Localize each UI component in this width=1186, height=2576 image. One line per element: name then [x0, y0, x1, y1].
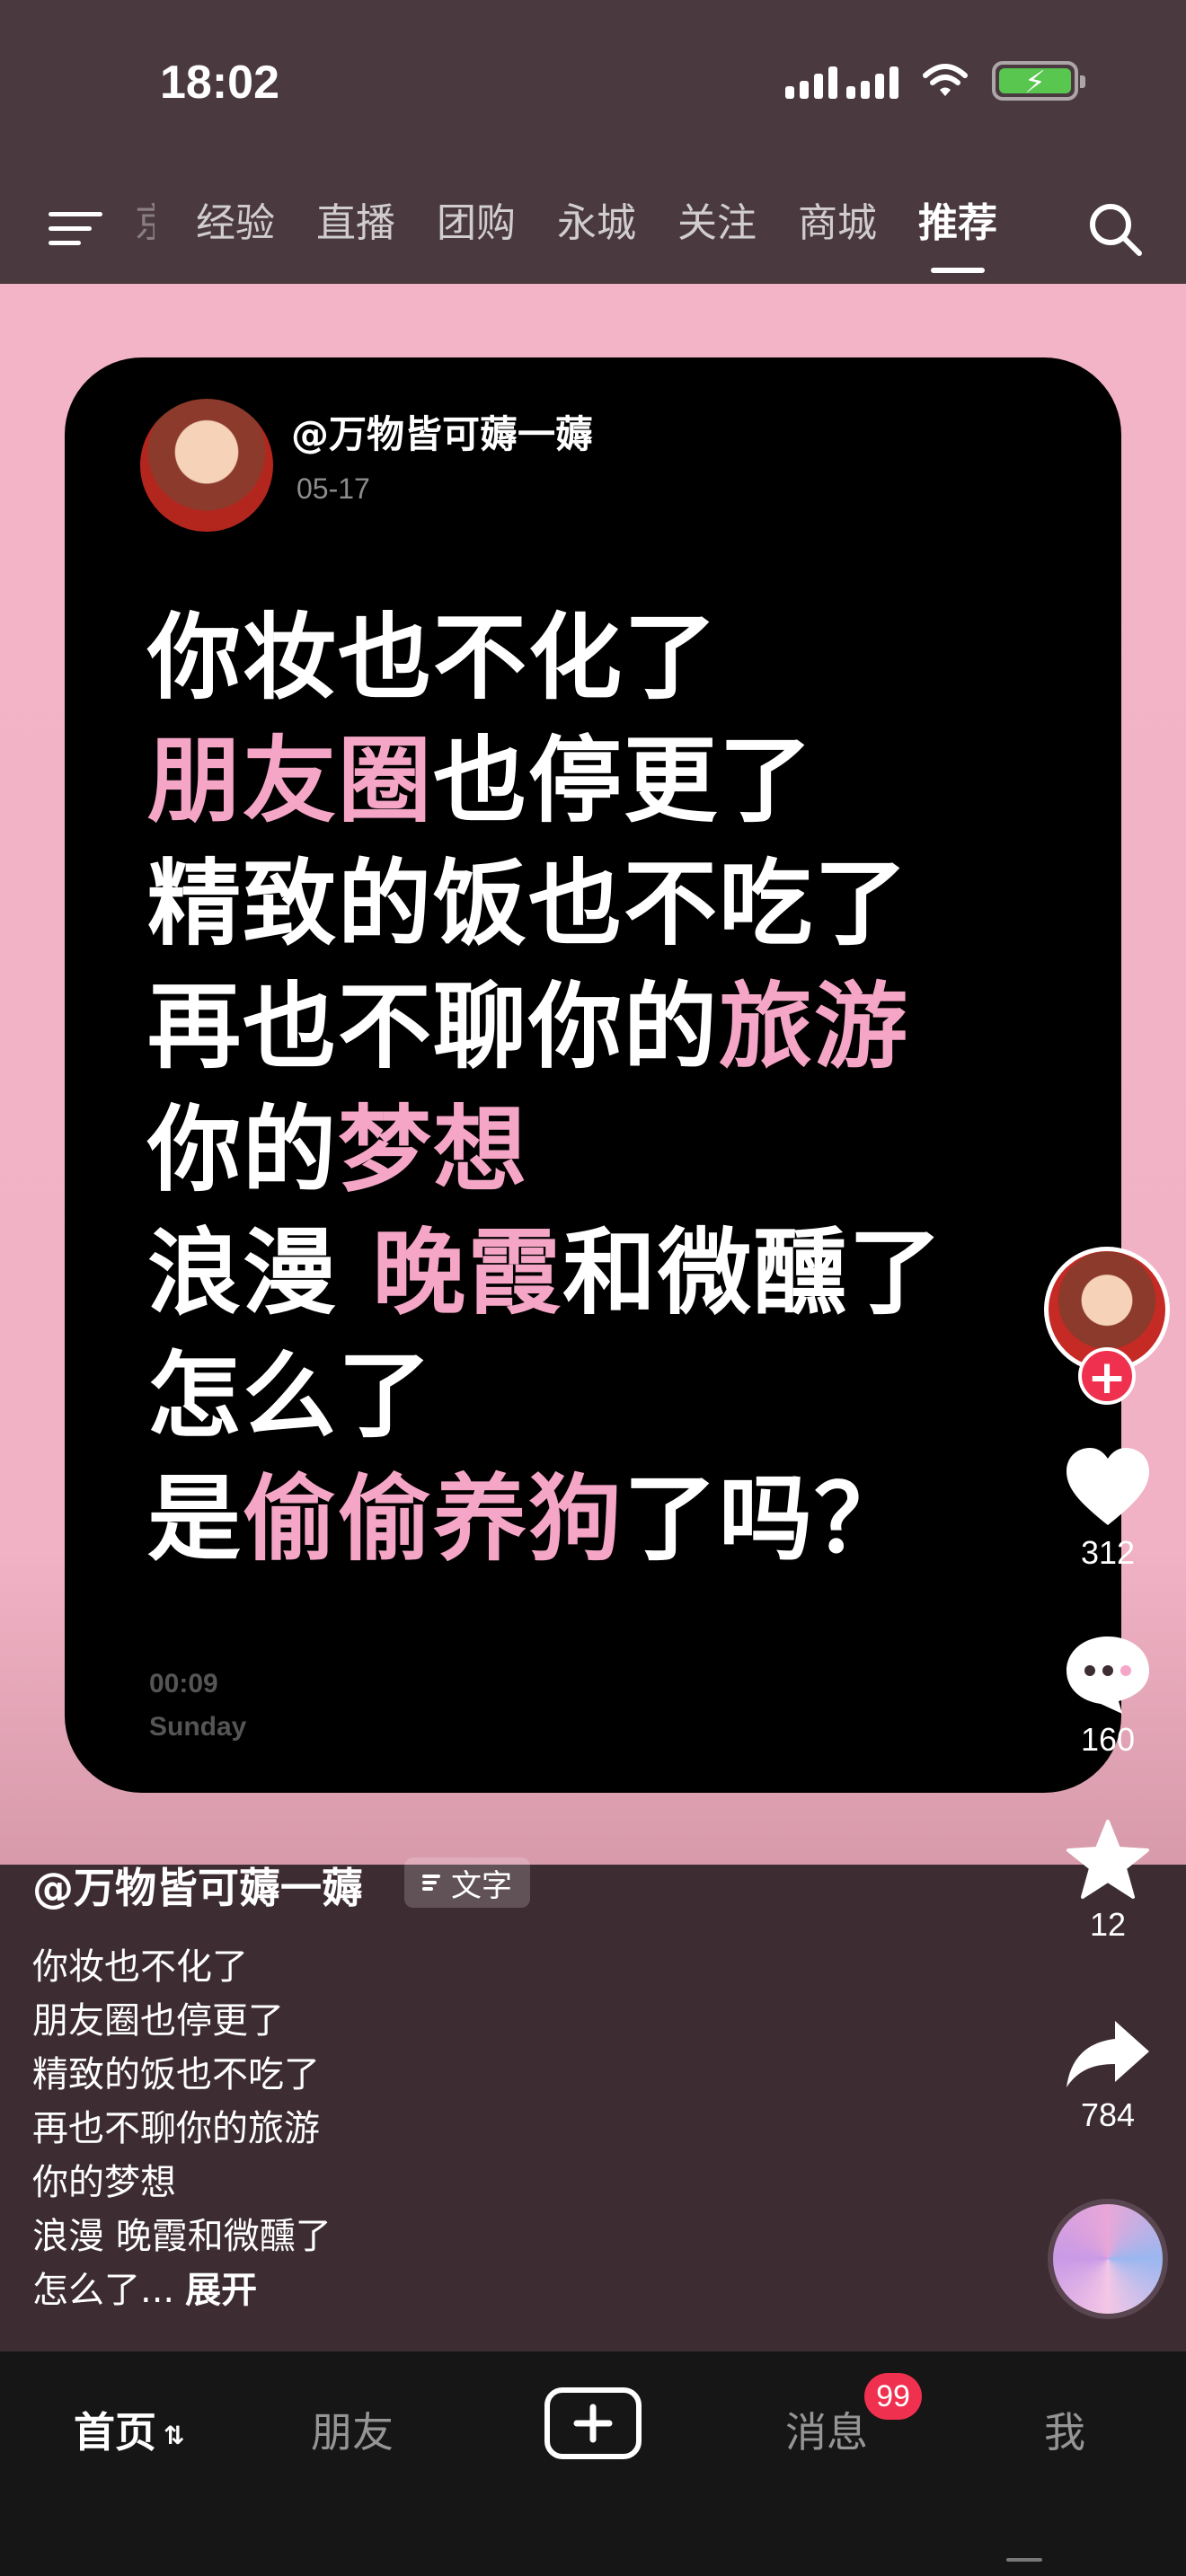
tab-mall[interactable]: 商城	[798, 194, 877, 253]
poem-line: 怎么了	[147, 1341, 434, 1451]
favorite-button[interactable]: 12	[1049, 1818, 1166, 1944]
status-time: 18:02	[160, 57, 279, 109]
tab-live[interactable]: 直播	[316, 194, 395, 253]
poem-line: 你妆也不化了	[147, 603, 720, 712]
cellular-signal-icon	[785, 63, 898, 99]
expand-button[interactable]: 展开	[185, 2270, 257, 2311]
card-date: 05-17	[296, 472, 370, 505]
tab-experience[interactable]: 经验	[196, 194, 275, 253]
poem-line: 是偷偷养狗了吗？	[147, 1464, 910, 1574]
text-lines-icon	[422, 1873, 440, 1892]
bottom-nav: 首页 ⇅ 朋友 消息 99 我	[0, 2351, 1186, 2576]
plus-icon	[573, 2404, 613, 2443]
caption-line: 怎么了... 展开	[32, 2263, 332, 2317]
card-avatar	[140, 399, 273, 532]
follow-button[interactable]: +	[1078, 1347, 1136, 1405]
poem-line: 精致的饭也不吃了	[147, 849, 910, 958]
caption-last-line: 怎么了...	[32, 2270, 175, 2311]
message-badge: 99	[864, 2373, 922, 2420]
share-arrow-icon	[1067, 2021, 1149, 2087]
heart-icon	[1067, 1448, 1149, 1525]
poem-line: 你的梦想	[147, 1095, 529, 1204]
share-count: 784	[1080, 2096, 1136, 2133]
caption-username[interactable]: @万物皆可薅一薅	[32, 1856, 363, 1915]
top-tab-bar: 京 经验 直播 团购 永城 关注 商城 推荐	[0, 189, 1186, 273]
nav-home-label: 首页	[74, 2408, 156, 2457]
like-count: 312	[1080, 1534, 1136, 1571]
wifi-icon	[923, 64, 968, 96]
nav-friends[interactable]: 朋友	[311, 2400, 394, 2459]
text-card: @万物皆可薅一薅 05-17 你妆也不化了 朋友圈也停更了 精致的饭也不吃了 再…	[65, 357, 1121, 1793]
caption-line: 浪漫 晚霞和微醺了	[32, 2216, 332, 2257]
caption-line: 精致的饭也不吃了	[32, 2054, 320, 2095]
caption-body[interactable]: 你妆也不化了 朋友圈也停更了 精致的饭也不吃了 再也不聊你的旅游 你的梦想 浪漫…	[32, 1940, 332, 2317]
poem-line: 浪漫 晚霞和微醺了	[147, 1218, 944, 1328]
comment-button[interactable]: 160	[1049, 1633, 1166, 1759]
tab-recommended[interactable]: 推荐	[918, 194, 997, 273]
search-icon[interactable]	[1084, 198, 1148, 262]
tab-local-city[interactable]: 永城	[557, 194, 636, 253]
battery-icon: ⚡	[992, 61, 1085, 101]
card-username: @万物皆可薅一薅	[291, 412, 594, 456]
favorite-count: 12	[1089, 1906, 1127, 1943]
create-button[interactable]	[544, 2387, 642, 2459]
poem-line: 再也不聊你的旅游	[147, 972, 910, 1081]
top-header: 18:02 ⚡ 京 经验 直播 团购 永城 关注 商城 推荐	[0, 0, 1186, 284]
status-icons: ⚡	[785, 61, 1085, 101]
comment-count: 160	[1080, 1721, 1136, 1758]
nav-me[interactable]: 我	[1044, 2400, 1085, 2459]
poem: 你妆也不化了 朋友圈也停更了 精致的饭也不吃了 再也不聊你的旅游 你的梦想 浪漫…	[147, 596, 943, 1581]
tab-group-buy[interactable]: 团购	[437, 194, 516, 253]
nav-home[interactable]: 首页 ⇅	[74, 2400, 184, 2459]
poem-line: 朋友圈也停更了	[147, 726, 815, 835]
caption-line: 你妆也不化了	[32, 1946, 248, 1988]
comment-icon	[1067, 1636, 1149, 1714]
tab-jingdong[interactable]: 京	[135, 194, 155, 253]
music-disc[interactable]	[1048, 2199, 1168, 2319]
home-indicator	[1006, 2558, 1042, 2562]
like-button[interactable]: 312	[1049, 1446, 1166, 1572]
caption-tag-label: 文字	[451, 1867, 512, 1904]
caption-tag[interactable]: 文字	[404, 1857, 530, 1908]
tab-following[interactable]: 关注	[677, 194, 757, 253]
caption-line: 再也不聊你的旅游	[32, 2108, 320, 2149]
share-button[interactable]: 784	[1049, 2016, 1166, 2134]
menu-icon[interactable]	[49, 205, 102, 250]
caption-line: 你的梦想	[32, 2162, 176, 2203]
card-day: Sunday	[149, 1712, 247, 1742]
nav-messages[interactable]: 消息	[785, 2400, 868, 2459]
caption-line: 朋友圈也停更了	[32, 2000, 284, 2042]
tab-list: 京 经验 直播 团购 永城 关注 商城 推荐	[135, 194, 997, 273]
star-icon	[1067, 1820, 1149, 1899]
swap-arrows-icon: ⇅	[164, 2421, 185, 2450]
card-time: 00:09	[149, 1669, 218, 1698]
